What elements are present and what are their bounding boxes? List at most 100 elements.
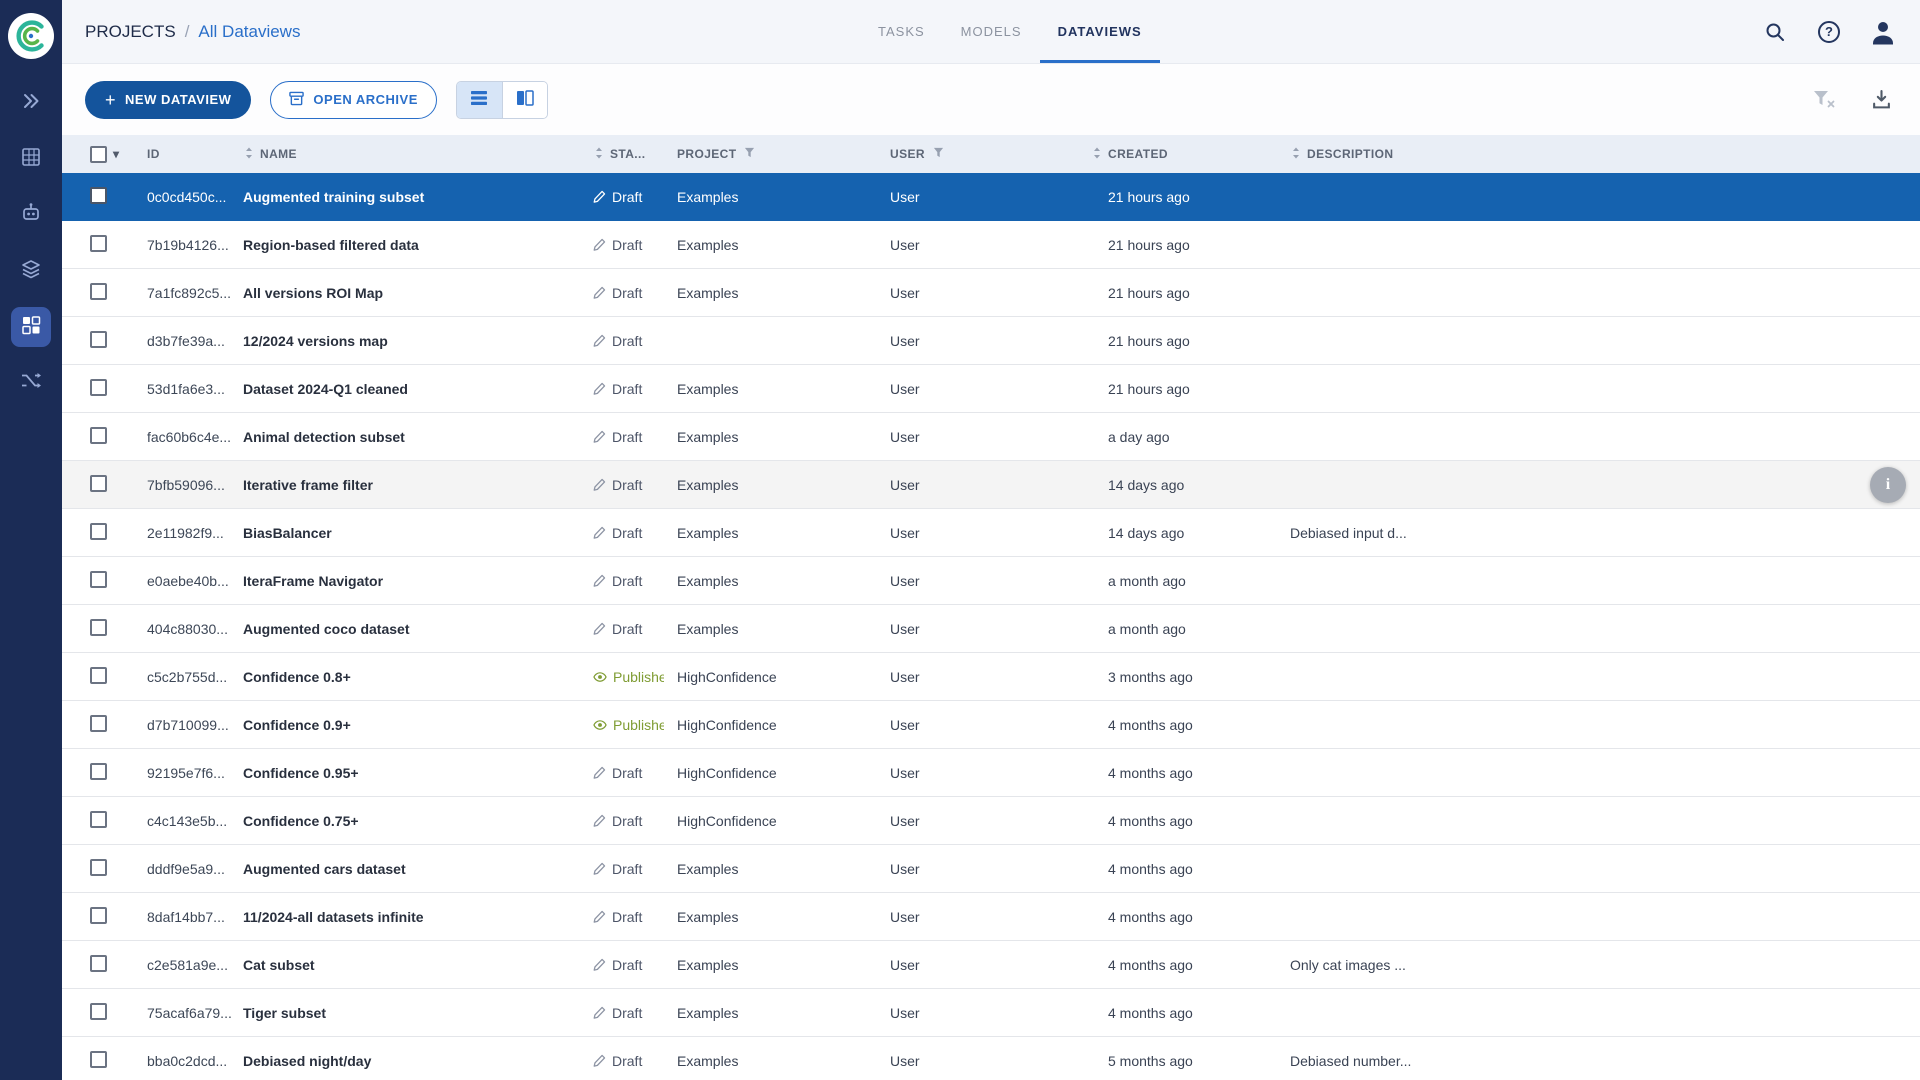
row-checkbox[interactable] <box>90 907 107 924</box>
table-row[interactable]: 7bfb59096... Iterative frame filter Draf… <box>62 461 1920 509</box>
table-row[interactable]: 7b19b4126... Region-based filtered data … <box>62 221 1920 269</box>
row-name[interactable]: 11/2024-all datasets infinite <box>238 909 579 925</box>
filter-icon[interactable] <box>933 147 944 161</box>
column-header-created[interactable]: CREATED <box>1084 147 1284 162</box>
row-checkbox[interactable] <box>90 1003 107 1020</box>
tab-dataviews[interactable]: DATAVIEWS <box>1040 0 1160 63</box>
column-header-project[interactable]: PROJECT <box>664 147 877 161</box>
table-row[interactable]: e0aebe40b... IteraFrame Navigator Draft … <box>62 557 1920 605</box>
clearml-logo[interactable] <box>8 13 54 59</box>
sidebar-item-workers[interactable] <box>11 195 51 235</box>
column-header-id[interactable]: ID <box>134 147 238 161</box>
table-row[interactable]: fac60b6c4e... Animal detection subset Dr… <box>62 413 1920 461</box>
table-row[interactable]: bba0c2dcd... Debiased night/day Draft Ex… <box>62 1037 1920 1080</box>
row-checkbox[interactable] <box>90 619 107 636</box>
table-row[interactable]: 0c0cd450c... Augmented training subset D… <box>62 173 1920 221</box>
row-name[interactable]: Region-based filtered data <box>238 237 579 253</box>
tab-tasks[interactable]: TASKS <box>860 0 943 63</box>
toolbar: + NEW DATAVIEW OPEN ARCHIVE <box>62 64 1920 135</box>
row-checkbox[interactable] <box>90 667 107 684</box>
table-row[interactable]: c2e581a9e... Cat subset Draft Examples U… <box>62 941 1920 989</box>
table-row[interactable]: 75acaf6a79... Tiger subset Draft Example… <box>62 989 1920 1037</box>
row-name[interactable]: Confidence 0.95+ <box>238 765 579 781</box>
row-name[interactable]: Confidence 0.9+ <box>238 717 579 733</box>
sidebar-item-pipelines[interactable] <box>11 363 51 403</box>
filter-icon[interactable] <box>744 147 755 161</box>
split-view-button[interactable] <box>502 82 547 118</box>
table-row[interactable]: 53d1fa6e3... Dataset 2024-Q1 cleaned Dra… <box>62 365 1920 413</box>
row-checkbox[interactable] <box>90 379 107 396</box>
row-status: Draft <box>579 381 664 397</box>
row-name[interactable]: Debiased night/day <box>238 1053 579 1069</box>
row-checkbox[interactable] <box>90 427 107 444</box>
row-checkbox[interactable] <box>90 571 107 588</box>
row-name[interactable]: Animal detection subset <box>238 429 579 445</box>
table-row[interactable]: c4c143e5b... Confidence 0.75+ Draft High… <box>62 797 1920 845</box>
row-name[interactable]: 12/2024 versions map <box>238 333 579 349</box>
row-name[interactable]: Cat subset <box>238 957 579 973</box>
row-user: User <box>877 1053 1084 1069</box>
search-icon[interactable] <box>1760 17 1790 47</box>
column-header-user[interactable]: USER <box>877 147 1084 161</box>
row-created: 21 hours ago <box>1084 237 1284 253</box>
column-header-status[interactable]: STA... <box>579 147 664 162</box>
row-name[interactable]: IteraFrame Navigator <box>238 573 579 589</box>
sidebar-item-dataviews[interactable] <box>11 307 51 347</box>
row-name[interactable]: Confidence 0.75+ <box>238 813 579 829</box>
tab-models[interactable]: MODELS <box>943 0 1040 63</box>
select-all-checkbox[interactable] <box>90 146 107 163</box>
row-checkbox[interactable] <box>90 283 107 300</box>
row-name[interactable]: Iterative frame filter <box>238 477 579 493</box>
sidebar-item-datasets[interactable] <box>11 139 51 179</box>
row-checkbox[interactable] <box>90 859 107 876</box>
open-archive-button[interactable]: OPEN ARCHIVE <box>270 81 436 119</box>
download-icon[interactable] <box>1871 89 1892 110</box>
row-created: 4 months ago <box>1084 813 1284 829</box>
row-checkbox[interactable] <box>90 955 107 972</box>
row-checkbox[interactable] <box>90 523 107 540</box>
row-checkbox[interactable] <box>90 235 107 252</box>
row-created: 14 days ago <box>1084 477 1284 493</box>
breadcrumb-current[interactable]: All Dataviews <box>198 22 300 42</box>
help-icon[interactable]: ? <box>1814 17 1844 47</box>
row-checkbox[interactable] <box>90 331 107 348</box>
row-name[interactable]: BiasBalancer <box>238 525 579 541</box>
table-row[interactable]: d7b710099... Confidence 0.9+ Published H… <box>62 701 1920 749</box>
table-row[interactable]: c5c2b755d... Confidence 0.8+ Published H… <box>62 653 1920 701</box>
row-checkbox[interactable] <box>90 1051 107 1068</box>
table-row[interactable]: d3b7fe39a... 12/2024 versions map Draft … <box>62 317 1920 365</box>
row-id: c2e581a9e... <box>134 957 238 973</box>
row-name[interactable]: Augmented coco dataset <box>238 621 579 637</box>
row-checkbox[interactable] <box>90 715 107 732</box>
sidebar-item-projects[interactable] <box>11 83 51 123</box>
row-created: 3 months ago <box>1084 669 1284 685</box>
user-avatar-icon[interactable] <box>1868 17 1898 47</box>
table-row[interactable]: 7a1fc892c5... All versions ROI Map Draft… <box>62 269 1920 317</box>
select-menu-caret-icon[interactable]: ▾ <box>113 147 119 161</box>
row-checkbox[interactable] <box>90 763 107 780</box>
new-dataview-button[interactable]: + NEW DATAVIEW <box>85 81 251 119</box>
row-checkbox[interactable] <box>90 475 107 492</box>
sidebar-item-hyper-datasets[interactable] <box>11 251 51 291</box>
table-row[interactable]: 2e11982f9... BiasBalancer Draft Examples… <box>62 509 1920 557</box>
table-row[interactable]: 92195e7f6... Confidence 0.95+ Draft High… <box>62 749 1920 797</box>
row-name[interactable]: Dataset 2024-Q1 cleaned <box>238 381 579 397</box>
grid-icon <box>21 147 41 172</box>
table-row[interactable]: dddf9e5a9... Augmented cars dataset Draf… <box>62 845 1920 893</box>
row-name[interactable]: Tiger subset <box>238 1005 579 1021</box>
row-name[interactable]: Augmented training subset <box>238 189 579 205</box>
row-name[interactable]: All versions ROI Map <box>238 285 579 301</box>
table-view-button[interactable] <box>457 82 502 118</box>
floating-info-button[interactable]: i <box>1870 467 1906 503</box>
table-row[interactable]: 8daf14bb7... 11/2024-all datasets infini… <box>62 893 1920 941</box>
row-name[interactable]: Augmented cars dataset <box>238 861 579 877</box>
table-row[interactable]: 404c88030... Augmented coco dataset Draf… <box>62 605 1920 653</box>
row-name[interactable]: Confidence 0.8+ <box>238 669 579 685</box>
row-checkbox[interactable] <box>90 187 107 204</box>
row-status: Draft <box>579 909 664 925</box>
column-header-description[interactable]: DESCRIPTION <box>1284 147 1920 162</box>
clear-filters-icon[interactable] <box>1813 90 1835 109</box>
row-checkbox[interactable] <box>90 811 107 828</box>
column-header-name[interactable]: NAME <box>238 147 579 162</box>
breadcrumb-root[interactable]: PROJECTS <box>85 22 176 42</box>
